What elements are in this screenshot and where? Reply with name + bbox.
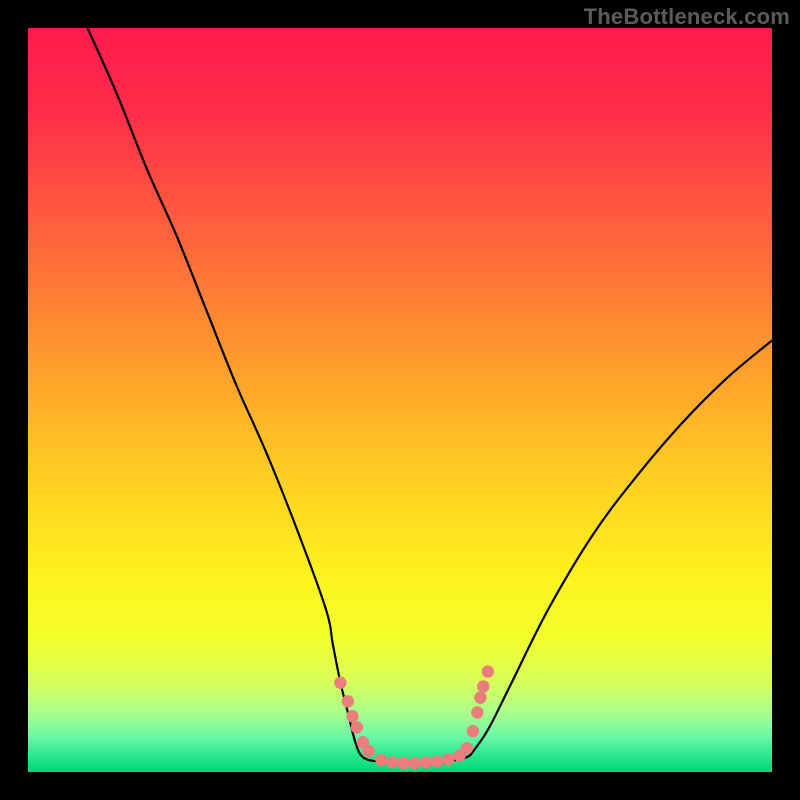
marker-dot: [442, 753, 454, 765]
marker-dot: [482, 665, 494, 677]
marker-dot: [477, 680, 489, 692]
marker-dot: [375, 754, 387, 766]
marker-dot: [474, 691, 486, 703]
chart-svg: [28, 28, 772, 772]
marker-dot: [351, 721, 363, 733]
marker-dot: [386, 756, 398, 768]
marker-dot: [398, 757, 410, 769]
marker-dot: [342, 695, 354, 707]
marker-dot: [431, 755, 443, 767]
marker-dot: [471, 706, 483, 718]
plot-area: [28, 28, 772, 772]
watermark-text: TheBottleneck.com: [584, 4, 790, 30]
marker-dot: [420, 756, 432, 768]
outer-frame: TheBottleneck.com: [0, 0, 800, 800]
gradient-background: [28, 28, 772, 772]
marker-dot: [467, 725, 479, 737]
marker-dot: [334, 677, 346, 689]
marker-dot: [346, 710, 358, 722]
marker-dot: [363, 745, 375, 757]
marker-dot: [409, 757, 421, 769]
marker-dot: [461, 742, 473, 754]
